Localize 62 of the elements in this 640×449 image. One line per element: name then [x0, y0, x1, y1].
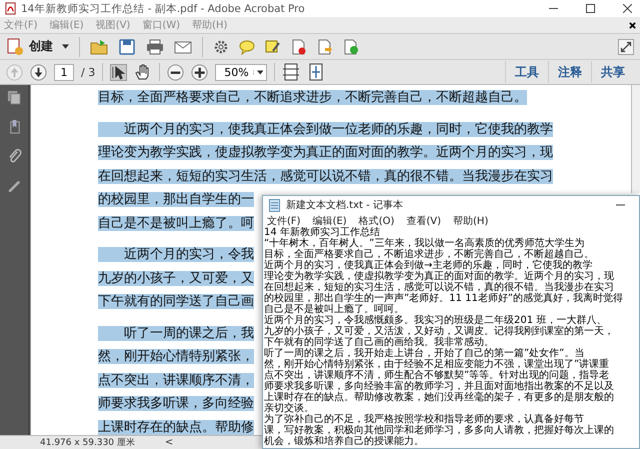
maximize-icon[interactable] — [586, 4, 595, 13]
text-line: 然，刚开始心情特别紧张，由于经验不足相应变能力不强，课堂出现了”讲课重 — [264, 359, 610, 370]
pane-link[interactable]: 注释 — [548, 61, 591, 83]
folder-icon[interactable] — [90, 38, 108, 56]
paperclip-icon[interactable] — [6, 148, 22, 163]
document-star-icon — [6, 38, 24, 56]
menu-item[interactable]: 文件(F) — [267, 214, 301, 228]
print-icon[interactable] — [146, 38, 164, 56]
text-line: 九岁的小孩子，又可爱，又活泼，又好动，又调皮。记得我刚到课室的第一天， — [264, 326, 614, 337]
document-export-icon[interactable] — [343, 38, 359, 54]
text-line: 上课时存在的缺点。帮助修改教案，她们没再丝毫的架子，有更多的是朋友般的 — [264, 392, 614, 403]
text-line: 为了弥补自己的不足，我严格按照学校和指导老师的要求，认真备好每节 — [264, 414, 584, 425]
text-line: 近两个月的实习，令我感慨颇多。我实习的班级是二年级201 班，一大群八、 — [264, 315, 606, 326]
note-pen-icon[interactable] — [265, 38, 281, 54]
minimize-icon[interactable] — [616, 204, 625, 206]
create-button[interactable]: 创建 — [6, 38, 69, 56]
zoom-out-icon[interactable] — [167, 64, 184, 80]
pages-icon[interactable] — [6, 90, 22, 105]
page-size-label: 41.976 x 59.330 厘米 — [40, 436, 135, 449]
caret-icon — [62, 44, 69, 49]
text-line: 亲切交谈。 — [264, 403, 314, 414]
comment-icon[interactable] — [239, 38, 255, 54]
zoom-dropdown[interactable]: 50% — [215, 64, 268, 80]
notepad-icon — [269, 198, 280, 212]
document-arrow-icon[interactable] — [317, 38, 333, 54]
text-line: 理论变为教学实践，使虚拟教学变为真正的面对面的教学。近两个月的实习，现 — [264, 271, 614, 282]
fit-width-icon[interactable] — [307, 63, 326, 81]
menu-item[interactable]: 查看(V) — [406, 214, 442, 228]
notepad-title: 新建文本文档.txt - 记事本 — [286, 198, 403, 212]
page-number-field[interactable]: 1 — [54, 64, 74, 80]
menu-item[interactable]: 格式(O) — [358, 214, 394, 228]
pane-link[interactable]: 工具 — [505, 61, 548, 83]
select-cursor-icon[interactable] — [110, 64, 128, 80]
text-line: 下午就有的同学送了自己画的画给我。我非常感动。 — [264, 337, 494, 348]
close-icon[interactable] — [629, 22, 636, 28]
close-icon[interactable] — [623, 4, 632, 13]
page-count: / 3 — [81, 66, 96, 78]
text-line: 师要求我多听课，多向经验丰富的教师学习，并且面对面地指出教案的不足以及 — [264, 381, 614, 392]
save-icon[interactable] — [118, 38, 136, 56]
next-page-icon[interactable] — [30, 64, 47, 80]
caret-icon — [252, 70, 264, 74]
menu-item[interactable]: 帮助(H) — [453, 214, 488, 228]
zoom-in-icon[interactable] — [191, 64, 208, 80]
text-line: 听了一周的课之后，我开始走上讲台，开始了自己的第一篇”处女作”。当 — [264, 348, 584, 359]
text-line: 课，写好教案，积极向其他同学和老师学习，多多向人请教，把握好每次上课的 — [264, 425, 614, 436]
scroll-left-button[interactable]: < — [164, 437, 174, 448]
text-line: 机会，锻炼和培养自己的授课能力。 — [264, 436, 424, 447]
text-line: 的校园里，那出自学生的一声声”老师好。11 11老师好”的感觉真好，我离时觉得 — [264, 293, 623, 304]
text-line: 在回想起来，短短的实习生活，感觉可以说不错，真的很不错。当我漫步在实习 — [264, 282, 614, 293]
vertical-scrollbar[interactable] — [631, 85, 640, 193]
window-title: 14年新教师实习工作总结 - 副本.pdf - Adobe Acrobat Pro — [21, 2, 306, 16]
pane-link[interactable]: 共享 — [591, 61, 634, 83]
fit-page-icon[interactable] — [282, 63, 300, 81]
text-line: 目标，全面严格要求自己，不断追求进步，不断完善自己，不断超越自己。 — [264, 249, 594, 260]
text-line: “十年树木，百年树人。”三年来，我以做一名高素质的优秀师范大学生为 — [264, 238, 584, 249]
menu-item[interactable]: 编辑(E) — [312, 214, 347, 228]
expand-icon[interactable] — [618, 38, 634, 54]
text-line: 近两个月的实习，使我真正体会到做→主老师的乐趣，同时，它使我的教学 — [264, 260, 592, 271]
text-line: 点不突出，讲课顺序不清，师生配合不够默契”等等。针对出现的问题，指导老 — [264, 370, 610, 381]
settings-icon[interactable] — [213, 38, 229, 54]
document-delete-icon[interactable] — [291, 38, 307, 54]
text-line: 自己是不是被叫上瘾了。呵呵。 — [264, 304, 404, 315]
